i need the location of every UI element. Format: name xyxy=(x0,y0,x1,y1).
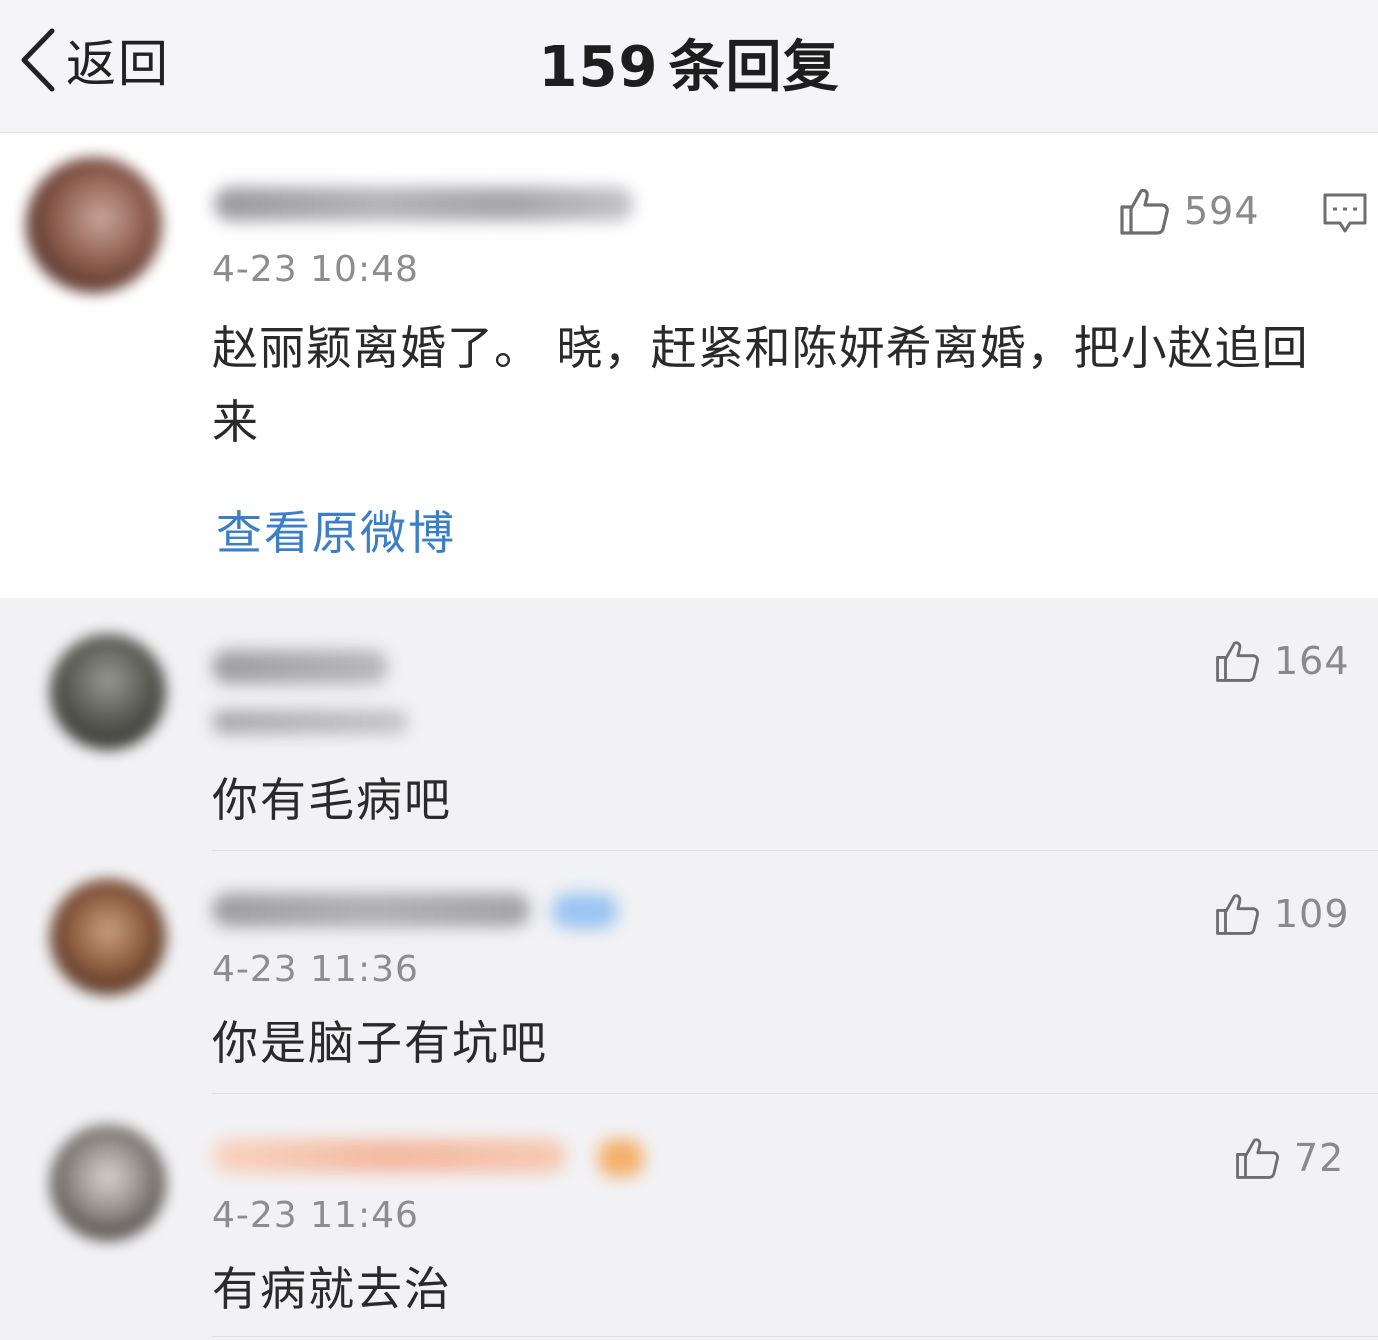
member-badge-icon xyxy=(598,1139,644,1177)
avatar[interactable] xyxy=(26,157,162,293)
post-text: 赵丽颖离婚了。 晓，赶紧和陈妍希离婚，把小赵追回来 xyxy=(212,321,1309,449)
like-count: 72 xyxy=(1294,1136,1345,1180)
post-timestamp: 4-23 10:48 xyxy=(212,249,419,290)
comment-bubble-icon xyxy=(1322,193,1368,239)
reply-item: 4-23 11:46 72 有病就去治 xyxy=(0,1095,1378,1339)
thumbs-up-icon xyxy=(1214,891,1260,937)
reply-timestamp: 4-23 11:46 xyxy=(212,1195,419,1236)
top-nav-bar: 返回 159 条回复 xyxy=(0,0,1378,133)
original-post: 4-23 10:48 594 赵丽颖离婚了。 晓，赶紧和陈妍希离婚，把小赵追回来… xyxy=(0,133,1378,598)
username-blurred[interactable] xyxy=(212,650,388,684)
like-button[interactable]: 72 xyxy=(1234,1135,1344,1181)
thumbs-up-icon xyxy=(1214,638,1260,684)
avatar[interactable] xyxy=(50,634,166,750)
timestamp-blurred xyxy=(212,710,408,734)
reply-text: 有病就去治 xyxy=(212,1262,452,1316)
username-blurred[interactable] xyxy=(214,187,634,221)
like-count: 594 xyxy=(1184,189,1260,233)
page-title-suffix: 条回复 xyxy=(668,35,840,100)
like-count: 164 xyxy=(1274,639,1350,683)
reply-text: 你有毛病吧 xyxy=(212,773,452,827)
like-button[interactable]: 164 xyxy=(1214,638,1350,684)
reply-item: 164 你有毛病吧 xyxy=(0,606,1378,851)
like-button[interactable]: 109 xyxy=(1214,891,1350,937)
like-count: 109 xyxy=(1274,892,1350,936)
page-title: 159 条回复 xyxy=(0,22,1378,103)
verified-badge-icon xyxy=(552,893,618,929)
reply-timestamp: 4-23 11:36 xyxy=(212,949,419,990)
like-button[interactable]: 594 xyxy=(1118,185,1260,237)
avatar[interactable] xyxy=(50,879,166,995)
divider xyxy=(212,1093,1378,1094)
reply-item: 4-23 11:36 109 你是脑子有坑吧 xyxy=(0,851,1378,1095)
thumbs-up-icon xyxy=(1118,185,1170,237)
divider xyxy=(212,1336,1378,1337)
avatar[interactable] xyxy=(50,1125,166,1241)
comment-button[interactable] xyxy=(1322,191,1368,239)
reply-count: 159 xyxy=(538,35,659,100)
username-blurred[interactable] xyxy=(212,893,530,927)
view-original-link[interactable]: 查看原微博 xyxy=(216,497,456,563)
reply-text: 你是脑子有坑吧 xyxy=(212,1016,548,1070)
thumbs-up-icon xyxy=(1234,1135,1280,1181)
username-blurred[interactable] xyxy=(212,1139,566,1173)
